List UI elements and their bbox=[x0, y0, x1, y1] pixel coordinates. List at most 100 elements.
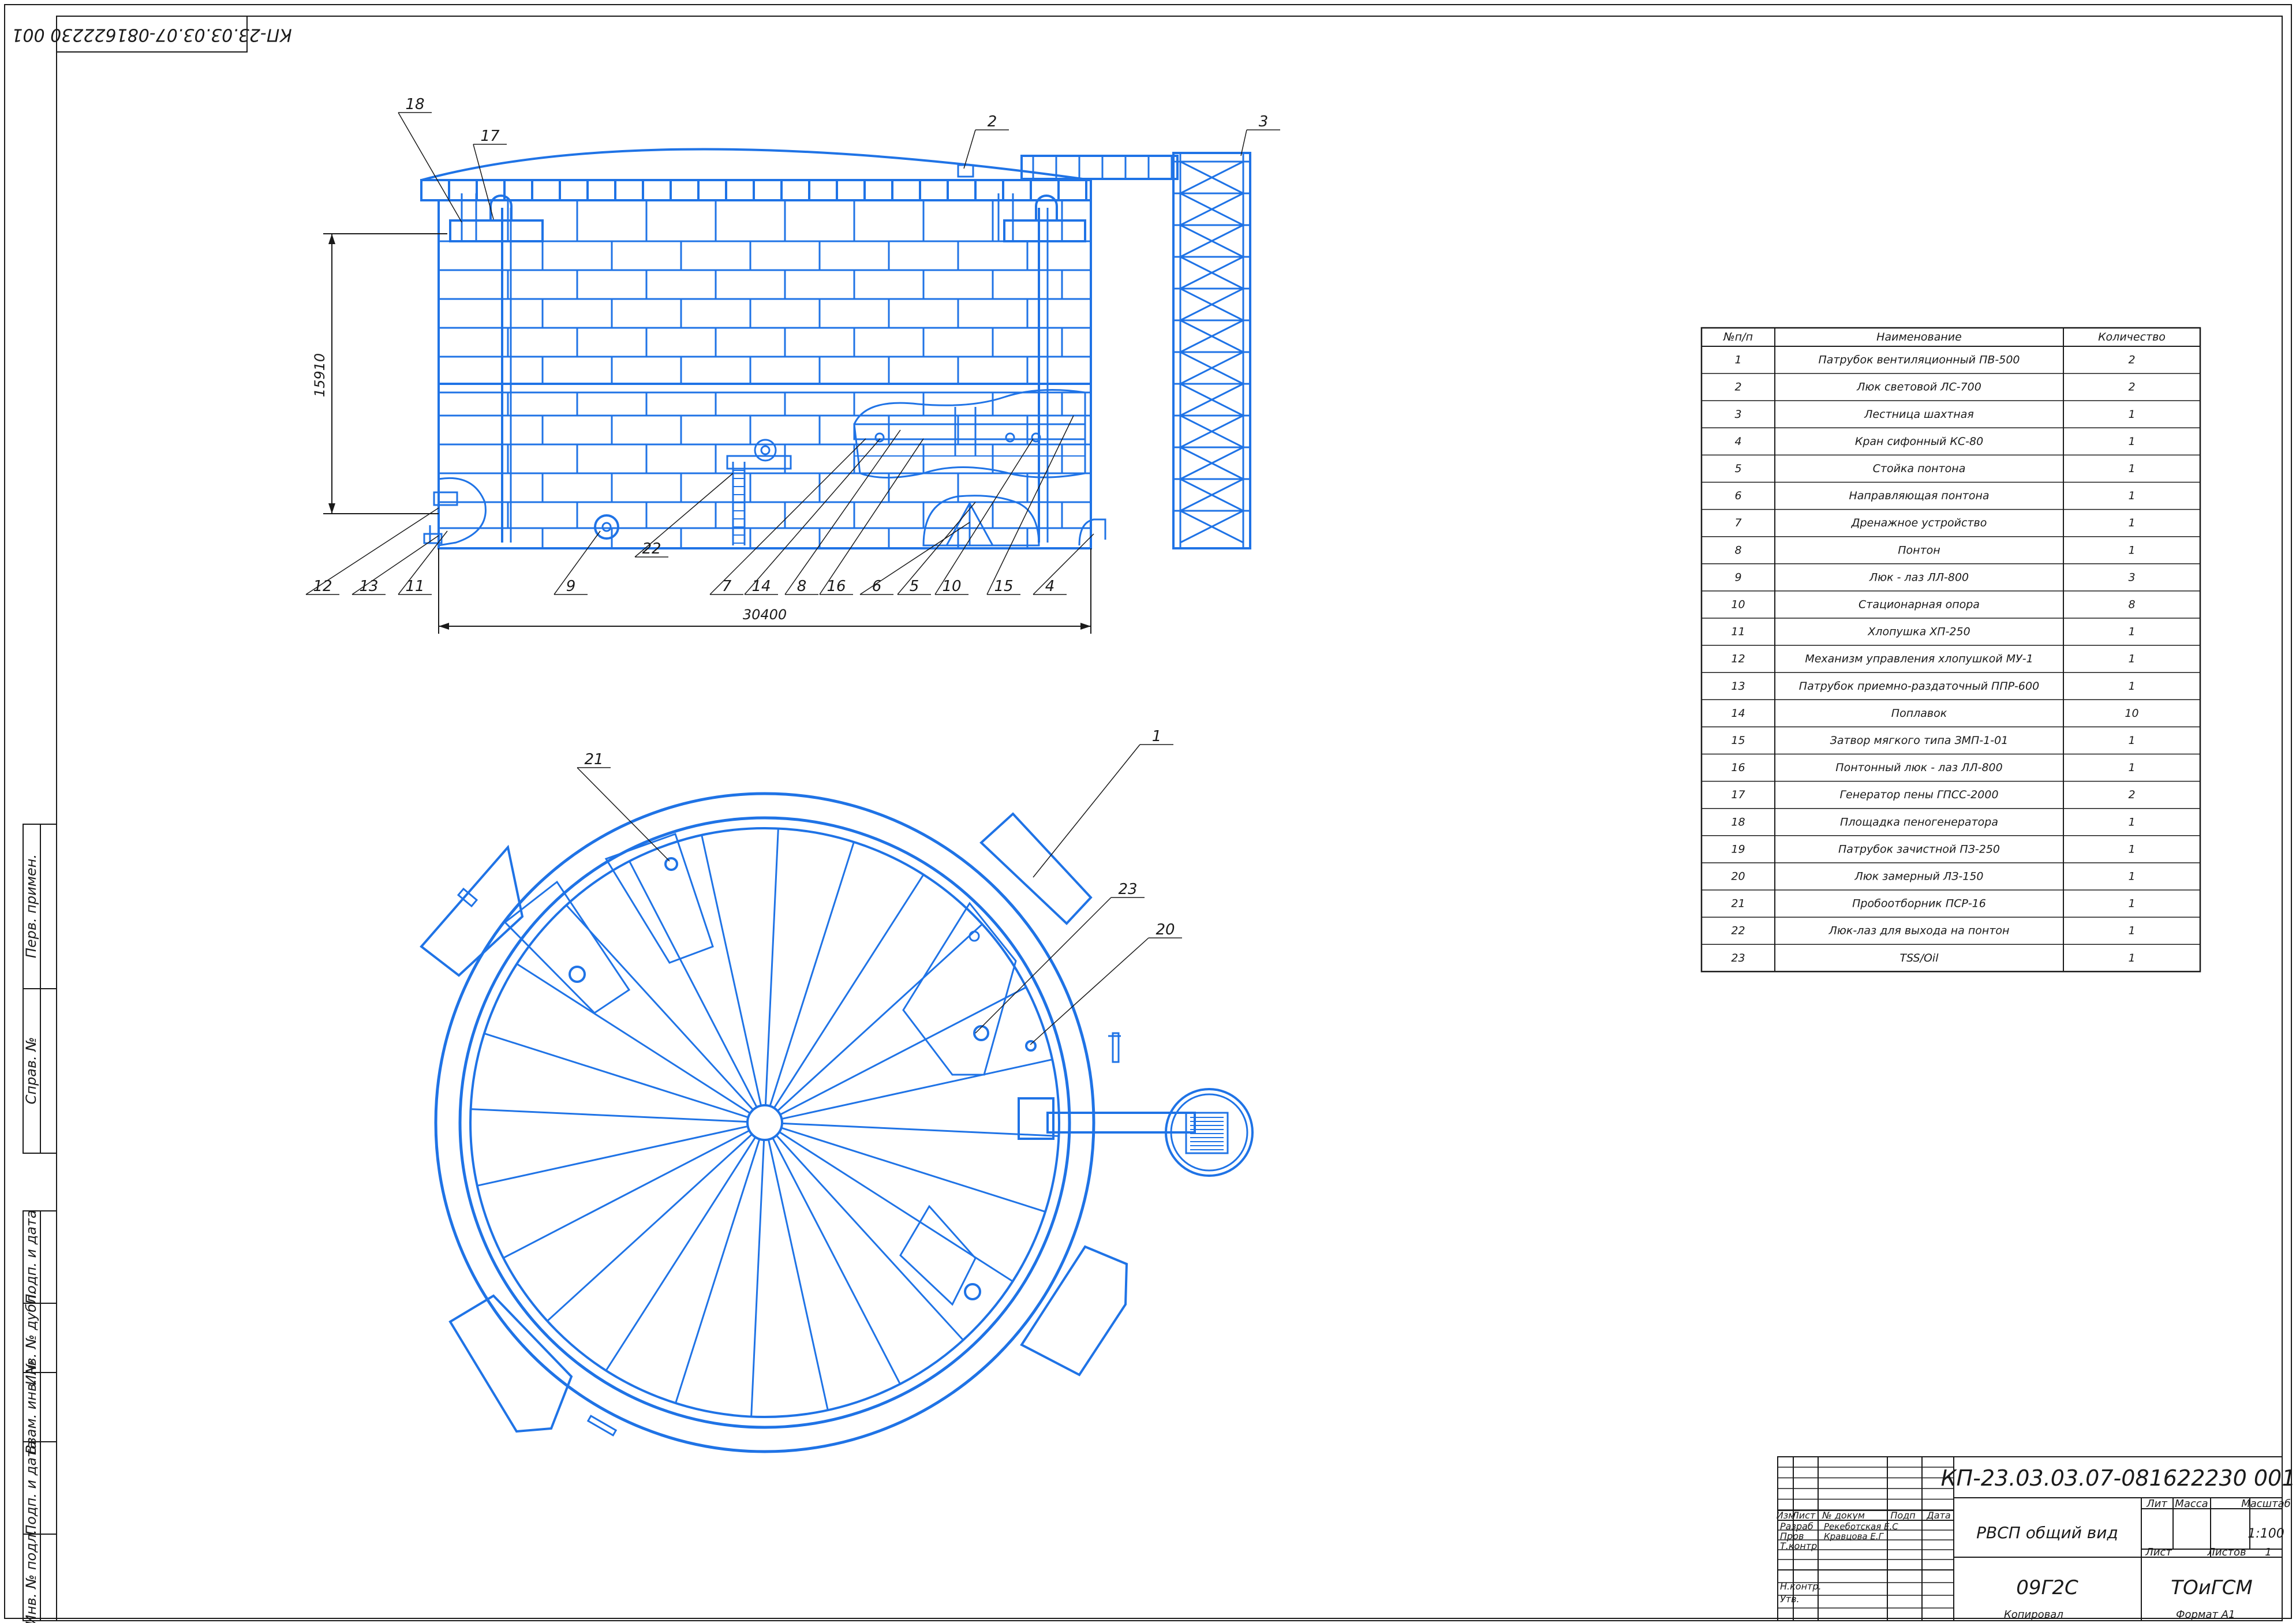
stamp-name-razrab: Рекеботская Е.С bbox=[1824, 1521, 1898, 1532]
callout-label: 14 bbox=[751, 578, 771, 595]
spec-cell: 1 bbox=[2128, 489, 2135, 502]
spec-cell: 1 bbox=[2128, 680, 2135, 693]
callout-front-11: 11 bbox=[398, 530, 448, 595]
spec-cell: 1 bbox=[2128, 517, 2135, 529]
stamp-material: 09Г2С bbox=[2016, 1576, 2078, 1599]
spec-cell: 23 bbox=[1731, 952, 1745, 964]
stamp-header-list: Лист bbox=[2145, 1546, 2172, 1558]
spec-cell: 6 bbox=[1734, 489, 1741, 502]
strip-label-vzam-inv: Взам. инв. № bbox=[23, 1360, 39, 1454]
callout-label: 7 bbox=[722, 578, 732, 595]
stamp-header-listov: Листов bbox=[2207, 1546, 2246, 1558]
spec-cell: Понтонный люк - лаз ЛЛ-800 bbox=[1835, 761, 2002, 774]
strip-label-podp-data-2: Подп. и дата bbox=[23, 1441, 39, 1535]
spec-cell: 1 bbox=[2128, 544, 2135, 556]
spec-cell: 13 bbox=[1731, 680, 1745, 693]
side-strip: Перв. примен. Справ. № Подп. и дата Инв.… bbox=[23, 824, 57, 1623]
front-callouts: 18 17 2 3 12 13 11 9 22 7 14 8 16 6 5 10 15 4 bbox=[305, 96, 1280, 595]
callout-label: 18 bbox=[405, 96, 424, 113]
spec-cell: Патрубок приемно-раздаточный ППР-600 bbox=[1799, 680, 2039, 693]
drawing-sheet: КП-23.03.03.07-081622230 001 Перв. приме… bbox=[4, 4, 2296, 1623]
plan-gangway bbox=[1018, 1088, 1254, 1177]
spec-cell: 1 bbox=[2128, 653, 2135, 665]
rotated-designation-box: КП-23.03.03.07-081622230 001 bbox=[12, 16, 292, 53]
center-hub bbox=[746, 1104, 783, 1141]
spec-cell: Генератор пены ГПСС-2000 bbox=[1839, 788, 1998, 801]
spec-cell: 1 bbox=[2128, 897, 2135, 910]
spec-cell: Площадка пеногенератора bbox=[1840, 816, 1998, 828]
spec-cell: 11 bbox=[1731, 626, 1745, 638]
spec-cell: Направляющая понтона bbox=[1849, 489, 1989, 502]
spec-cell: 1 bbox=[2128, 462, 2135, 475]
spec-cell: 1 bbox=[2128, 761, 2135, 774]
callout-label: 13 bbox=[359, 578, 378, 595]
stamp-col-ndokum: № докум bbox=[1822, 1510, 1865, 1521]
stamp-kopiroval: Копировал bbox=[2004, 1609, 2063, 1621]
gauge-hatch-20 bbox=[1025, 1040, 1037, 1052]
dimension-height-value: 15910 bbox=[312, 353, 328, 397]
spec-cell: 1 bbox=[2128, 435, 2135, 448]
callout-front-9: 9 bbox=[554, 530, 601, 595]
callout-label: 20 bbox=[1156, 921, 1175, 938]
callout-front-3: 3 bbox=[1240, 113, 1280, 156]
spec-cell: 10 bbox=[2125, 707, 2138, 720]
spec-cell: Стационарная опора bbox=[1859, 598, 1980, 611]
spec-cell: Стойка понтона bbox=[1873, 462, 1966, 475]
callout-label: 22 bbox=[642, 540, 661, 558]
spec-cell: Поплавок bbox=[1891, 707, 1947, 720]
callout-front-16: 16 bbox=[819, 438, 924, 595]
callout-label: 2 bbox=[988, 113, 997, 130]
dimension-height: 15910 bbox=[312, 233, 447, 514]
rotated-designation: КП-23.03.03.07-081622230 001 bbox=[12, 25, 291, 45]
spec-cell: 4 bbox=[1734, 435, 1741, 448]
spec-cell: Затвор мягкого типа ЗМП-1-01 bbox=[1830, 734, 2009, 747]
spec-cell: 21 bbox=[1731, 897, 1745, 910]
callout-label: 21 bbox=[584, 751, 603, 768]
roof-panels bbox=[420, 179, 1092, 201]
pontoon-ladder bbox=[726, 439, 792, 545]
spec-cell: Хлопушка ХП-250 bbox=[1867, 626, 1970, 638]
spec-cell: 15 bbox=[1731, 734, 1745, 747]
strip-label-podp-data-1: Подп. и дата bbox=[23, 1210, 39, 1304]
stamp-header-massa: Масса bbox=[2175, 1498, 2208, 1510]
spec-cell: Лестница шахтная bbox=[1864, 408, 1974, 421]
spec-cell: Люк замерный ЛЗ-150 bbox=[1854, 870, 1983, 882]
plan-view: 21 1 23 20 bbox=[420, 728, 1254, 1453]
stamp-role-nkontr: Н.контр. bbox=[1780, 1581, 1822, 1592]
spec-cell: 5 bbox=[1734, 462, 1741, 475]
spec-cell: 17 bbox=[1731, 788, 1745, 801]
spec-cell: 16 bbox=[1731, 761, 1745, 774]
stamp-name-prov: Кравцова Е.Г bbox=[1824, 1531, 1884, 1542]
callout-label: 16 bbox=[827, 578, 846, 595]
spec-cell: 3 bbox=[1734, 408, 1741, 421]
spec-cell: 1 bbox=[2128, 734, 2135, 747]
spec-cell: Патрубок вентиляционный ПВ-500 bbox=[1818, 354, 2020, 367]
stamp-designation: КП-23.03.03.07-081622230 001 bbox=[1941, 1465, 2296, 1491]
spec-cell: 1 bbox=[2128, 952, 2135, 964]
sampler-21 bbox=[664, 857, 678, 871]
callout-front-18: 18 bbox=[398, 96, 462, 223]
spec-cell: TSS/Oil bbox=[1900, 952, 1939, 964]
spec-cell: Понтон bbox=[1898, 544, 1940, 556]
roof-dome bbox=[421, 148, 1091, 181]
spec-cell: 3 bbox=[2128, 571, 2135, 584]
spec-cell: 7 bbox=[1734, 517, 1741, 529]
spec-cell: 1 bbox=[2128, 408, 2135, 421]
spec-cell: 2 bbox=[2128, 788, 2135, 801]
strip-label-inv-podl: Инв. № подл. bbox=[23, 1529, 39, 1623]
pontoon-sectors bbox=[470, 828, 1059, 1417]
plan-callouts: 21 1 23 20 bbox=[577, 728, 1182, 1045]
rim-nozzles bbox=[457, 887, 1121, 1437]
spec-cell: 2 bbox=[1734, 381, 1741, 394]
stamp-col-podp: Подп bbox=[1890, 1510, 1915, 1521]
spec-cell: 1 bbox=[2128, 843, 2135, 855]
spec-header-2: Количество bbox=[2098, 331, 2166, 343]
callout-label: 15 bbox=[994, 578, 1013, 595]
callout-label: 4 bbox=[1045, 578, 1055, 595]
spec-cell: 10 bbox=[1731, 598, 1745, 611]
spec-cell: 8 bbox=[1734, 544, 1741, 556]
spec-cell: 8 bbox=[2128, 598, 2135, 611]
specification-table: №п/п Наименование Количество 1 Патрубок вент… bbox=[1700, 327, 2201, 973]
stair-tower bbox=[1172, 152, 1251, 549]
callout-label: 10 bbox=[942, 578, 961, 595]
